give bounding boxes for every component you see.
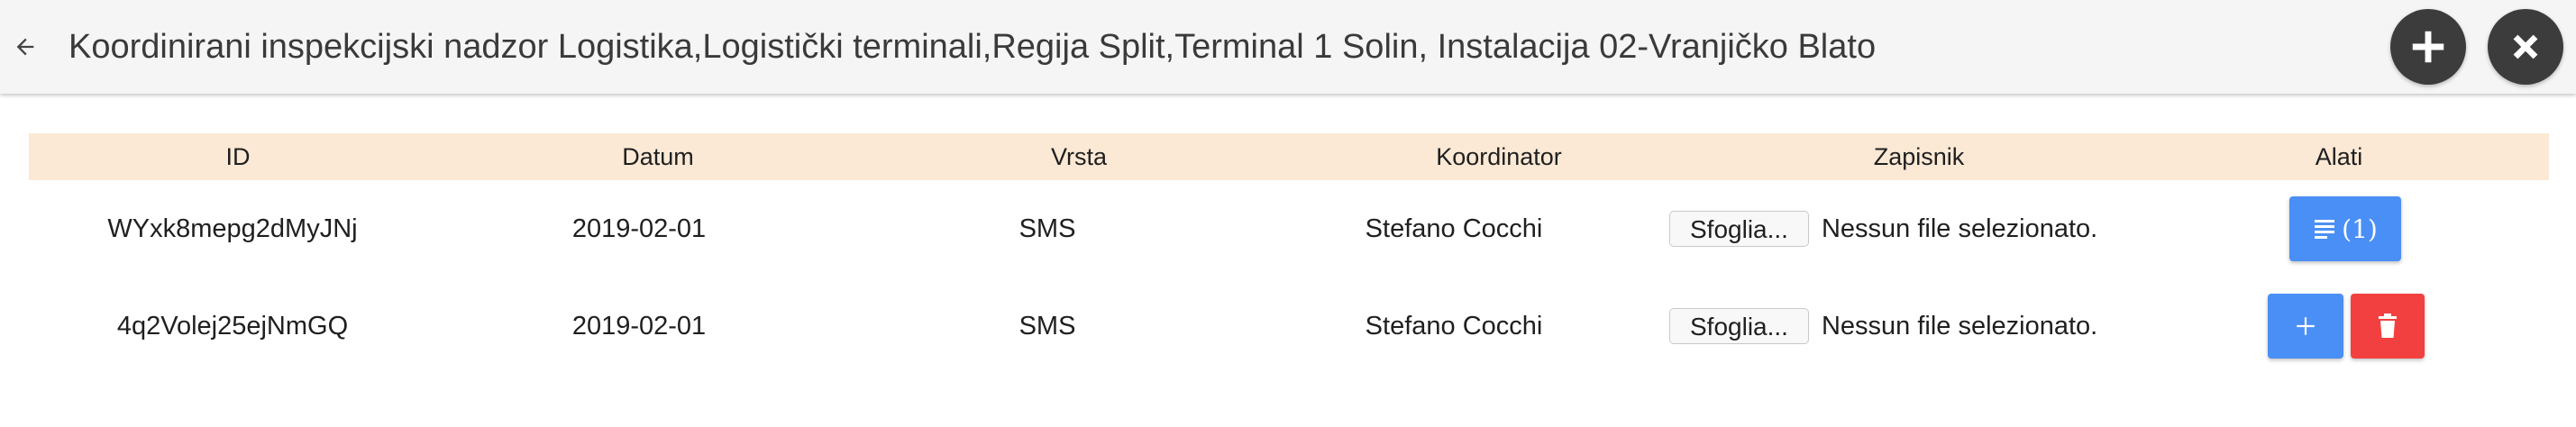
cell-datum: 2019-02-01 — [571, 214, 707, 243]
column-header-zapisnik: Zapisnik — [1873, 143, 1965, 170]
list-count: (1) — [2342, 214, 2378, 244]
file-status-text: Nessun file selezionato. — [1821, 214, 2098, 243]
column-header-vrsta: Vrsta — [1050, 143, 1108, 170]
table-header-row: ID Datum Vrsta Koordinator Zapisnik Alat… — [29, 133, 2549, 180]
table-row: WYxk8mepg2dMyJNj 2019-02-01 SMS Stefano … — [29, 180, 2549, 277]
inspection-table: ID Datum Vrsta Koordinator Zapisnik Alat… — [29, 133, 2549, 375]
app-bar: Koordinirani inspekcijski nadzor Logisti… — [0, 0, 2576, 94]
file-upload: Sfoglia... Nessun file selezionato. — [1669, 277, 2097, 375]
list-icon — [2315, 220, 2335, 239]
column-header-alati: Alati — [2315, 143, 2363, 170]
cell-datum: 2019-02-01 — [571, 312, 707, 341]
arrow-left-icon — [16, 38, 34, 56]
browse-file-button[interactable]: Sfoglia... — [1669, 308, 1809, 344]
trash-icon — [2379, 313, 2397, 338]
column-header-datum: Datum — [622, 143, 694, 170]
plus-icon — [2297, 317, 2315, 335]
file-upload: Sfoglia... Nessun file selezionato. — [1669, 180, 2097, 277]
view-list-button[interactable]: (1) — [2289, 196, 2401, 261]
cell-koordinator: Stefano Cocchi — [1365, 214, 1543, 243]
back-button[interactable] — [5, 27, 45, 67]
close-icon — [2513, 34, 2538, 59]
close-button[interactable] — [2488, 9, 2563, 85]
cell-id: 4q2Volej25ejNmGQ — [116, 312, 349, 341]
page-title: Koordinirani inspekcijski nadzor Logisti… — [69, 28, 1877, 66]
cell-id: WYxk8mepg2dMyJNj — [107, 214, 358, 243]
column-header-koordinator: Koordinator — [1436, 143, 1562, 170]
file-status-text: Nessun file selezionato. — [1821, 311, 2098, 341]
table-row: 4q2Volej25ejNmGQ 2019-02-01 SMS Stefano … — [29, 277, 2549, 375]
add-item-button[interactable] — [2268, 294, 2343, 359]
plus-icon — [2412, 31, 2444, 63]
cell-vrsta: SMS — [1019, 312, 1076, 341]
add-button[interactable] — [2390, 9, 2466, 85]
delete-button[interactable] — [2351, 294, 2425, 359]
cell-koordinator: Stefano Cocchi — [1365, 312, 1543, 341]
cell-vrsta: SMS — [1019, 214, 1076, 243]
column-header-id: ID — [225, 143, 251, 170]
browse-file-button[interactable]: Sfoglia... — [1669, 211, 1809, 247]
